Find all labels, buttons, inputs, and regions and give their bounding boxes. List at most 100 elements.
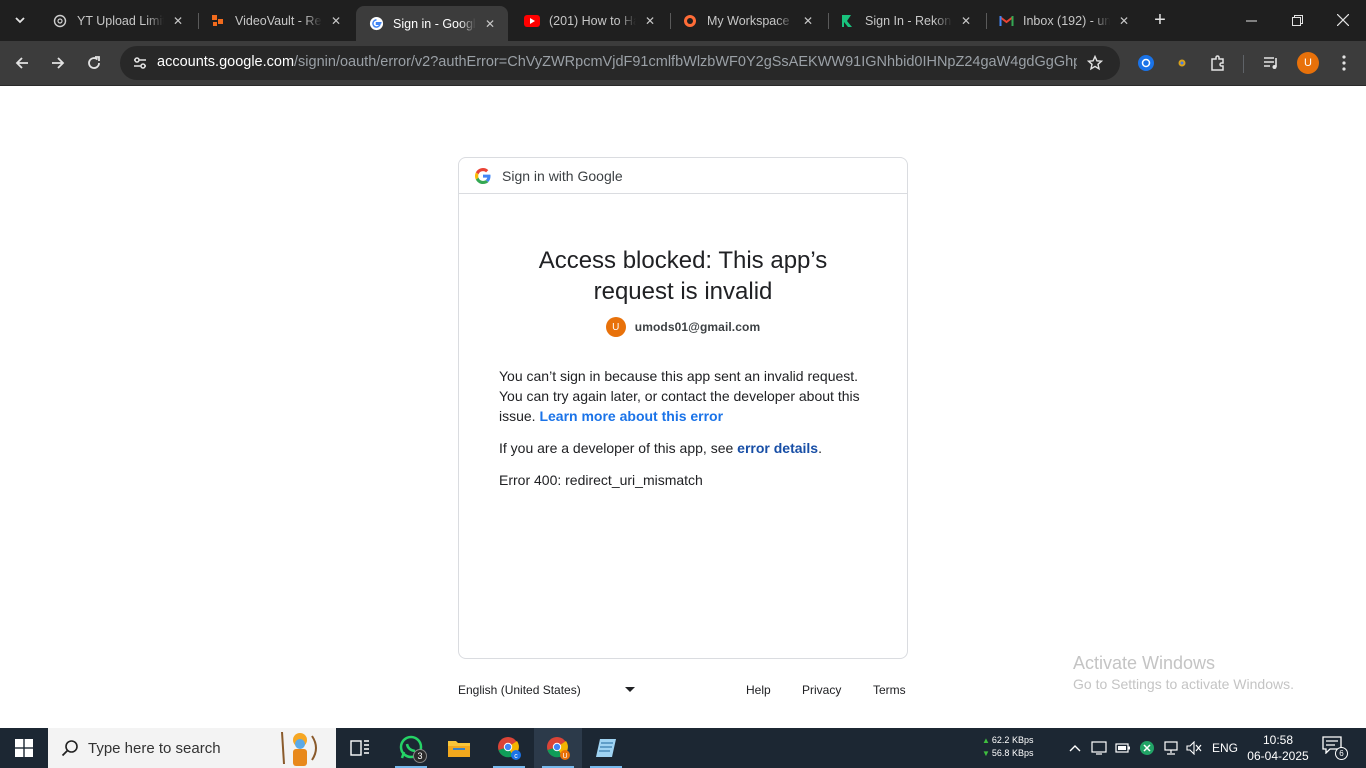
- notepad-taskbar-button[interactable]: [582, 728, 630, 768]
- close-tab-icon[interactable]: ✕: [958, 13, 974, 29]
- close-window-button[interactable]: [1320, 0, 1366, 40]
- windows-taskbar: Type here to search 3 c U ▲ 62.2 KBps ▼ 56…: [0, 728, 1366, 768]
- rekonise-icon: [840, 13, 856, 29]
- page-title: Access blocked: This app’s request is in…: [459, 245, 907, 307]
- error-description: You can’t sign in because this app sent …: [499, 366, 869, 426]
- tab-title: VideoVault - Rep: [235, 13, 322, 28]
- extension-dot-icon: [1178, 59, 1186, 67]
- minimize-icon: [1245, 20, 1257, 21]
- error-details-link[interactable]: error details: [737, 440, 818, 456]
- windows-logo-icon: [15, 739, 33, 757]
- taskbar-clock[interactable]: 10:58 06-04-2025: [1243, 732, 1313, 764]
- media-control-button[interactable]: [1259, 51, 1283, 75]
- network-button[interactable]: [1161, 738, 1181, 758]
- youtube-icon: [524, 13, 540, 29]
- whatsapp-taskbar-button[interactable]: 3: [387, 728, 435, 768]
- input-language-indicator[interactable]: ENG: [1212, 741, 1238, 755]
- close-tab-icon[interactable]: ✕: [800, 13, 816, 29]
- terms-link[interactable]: Terms: [873, 683, 906, 697]
- card-header: Sign in with Google: [459, 158, 907, 194]
- back-button[interactable]: [6, 47, 38, 79]
- folder-icon: [448, 741, 470, 757]
- extension-button[interactable]: [1134, 51, 1158, 75]
- learn-more-link[interactable]: Learn more about this error: [539, 408, 723, 424]
- puzzle-icon: [1211, 55, 1224, 71]
- volume-muted-icon: [1186, 741, 1202, 755]
- tab-rekonise[interactable]: Sign In - Rekonis ✕: [828, 6, 984, 35]
- close-tab-icon[interactable]: ✕: [1116, 13, 1132, 29]
- chrome-profile-c-button[interactable]: c: [485, 728, 533, 768]
- developer-note: If you are a developer of this app, see …: [499, 438, 869, 458]
- heading-line-1: Access blocked: This app’s: [538, 247, 828, 274]
- extensions-menu-button[interactable]: [1206, 51, 1230, 75]
- taskbar-search-box[interactable]: Type here to search: [48, 728, 336, 768]
- net-down: 56.8 KBps: [991, 748, 1034, 758]
- address-bar[interactable]: accounts.google.com/signin/oauth/error/v…: [120, 46, 1120, 80]
- upload-arrow-icon: ▲: [982, 736, 990, 745]
- chevron-down-icon: [15, 17, 25, 24]
- start-button[interactable]: [0, 728, 48, 768]
- site-info-button[interactable]: [128, 51, 152, 75]
- tab-my-workspace[interactable]: My Workspace - ✕: [670, 6, 826, 35]
- profile-avatar[interactable]: U: [1297, 52, 1319, 74]
- chrome-icon: c: [498, 737, 521, 760]
- tab-youtube[interactable]: (201) How to Ha ✕: [512, 6, 668, 35]
- battery-button[interactable]: [1113, 738, 1133, 758]
- browser-menu-button[interactable]: [1332, 51, 1356, 75]
- close-tab-icon[interactable]: ✕: [642, 13, 658, 29]
- minimize-button[interactable]: [1228, 0, 1274, 40]
- volume-button[interactable]: [1184, 738, 1204, 758]
- file-explorer-button[interactable]: [435, 728, 483, 768]
- help-link[interactable]: Help: [746, 683, 771, 697]
- tab-videovault[interactable]: VideoVault - Rep ✕: [198, 6, 354, 35]
- tab-yt-upload-limits[interactable]: YT Upload Limits ✕: [40, 6, 196, 35]
- tab-search-button[interactable]: [8, 8, 32, 32]
- reload-button[interactable]: [78, 47, 110, 79]
- close-tab-icon[interactable]: ✕: [482, 16, 498, 32]
- account-email: umods01@gmail.com: [634, 320, 761, 334]
- heading-line-2: request is invalid: [593, 278, 773, 305]
- show-hidden-icons-button[interactable]: [1065, 738, 1085, 758]
- videovault-icon: [210, 13, 226, 29]
- caret-down-icon[interactable]: [625, 687, 635, 692]
- action-center-button[interactable]: 6: [1322, 736, 1348, 760]
- chrome-profile-u-button[interactable]: U: [534, 728, 582, 768]
- developer-note-text: If you are a developer of this app, see: [499, 440, 738, 456]
- toolbar-divider: [1243, 55, 1244, 73]
- privacy-link[interactable]: Privacy: [802, 683, 841, 697]
- close-tab-icon[interactable]: ✕: [170, 13, 186, 29]
- tab-sign-in-google[interactable]: Sign in - Google ✕: [356, 6, 508, 41]
- svg-text:c: c: [514, 753, 518, 760]
- star-icon: [1087, 55, 1103, 71]
- forward-button[interactable]: [42, 47, 74, 79]
- url-path: /signin/oauth/error/v2?authError=ChVyZWR…: [294, 54, 1077, 70]
- task-view-button[interactable]: [336, 728, 384, 768]
- account-chip[interactable]: U umods01@gmail.com: [459, 317, 907, 337]
- bookmark-button[interactable]: [1084, 52, 1106, 74]
- extension-button[interactable]: [1170, 51, 1194, 75]
- tray-app-button[interactable]: [1089, 738, 1109, 758]
- gmail-icon: [998, 13, 1014, 29]
- language-selector[interactable]: English (United States): [458, 683, 581, 697]
- chrome-icon: U: [547, 737, 570, 760]
- search-icon: [60, 738, 80, 758]
- tune-icon: [134, 57, 146, 69]
- task-view-icon: [350, 740, 369, 756]
- url-text[interactable]: accounts.google.com/signin/oauth/error/v…: [157, 54, 1077, 70]
- arrow-left-icon: [15, 57, 28, 69]
- restore-icon: [1291, 14, 1303, 26]
- tab-gmail-inbox[interactable]: Inbox (192) - um ✕: [986, 6, 1142, 35]
- green-app-icon: [1140, 741, 1154, 755]
- avatar: U: [605, 317, 626, 337]
- close-tab-icon[interactable]: ✕: [328, 13, 344, 29]
- battery-icon: [1115, 743, 1130, 753]
- watermark-title: Activate Windows: [1073, 653, 1216, 673]
- browser-toolbar: accounts.google.com/signin/oauth/error/v…: [0, 41, 1366, 86]
- developer-note-end: .: [818, 440, 822, 456]
- new-tab-button[interactable]: +: [1148, 8, 1172, 32]
- tray-green-app-button[interactable]: [1137, 738, 1157, 758]
- whatsapp-badge: 3: [413, 749, 427, 763]
- restore-button[interactable]: [1274, 0, 1320, 40]
- page-content: Sign in with Google Access blocked: This…: [0, 87, 1366, 728]
- google-logo-icon: [475, 167, 491, 184]
